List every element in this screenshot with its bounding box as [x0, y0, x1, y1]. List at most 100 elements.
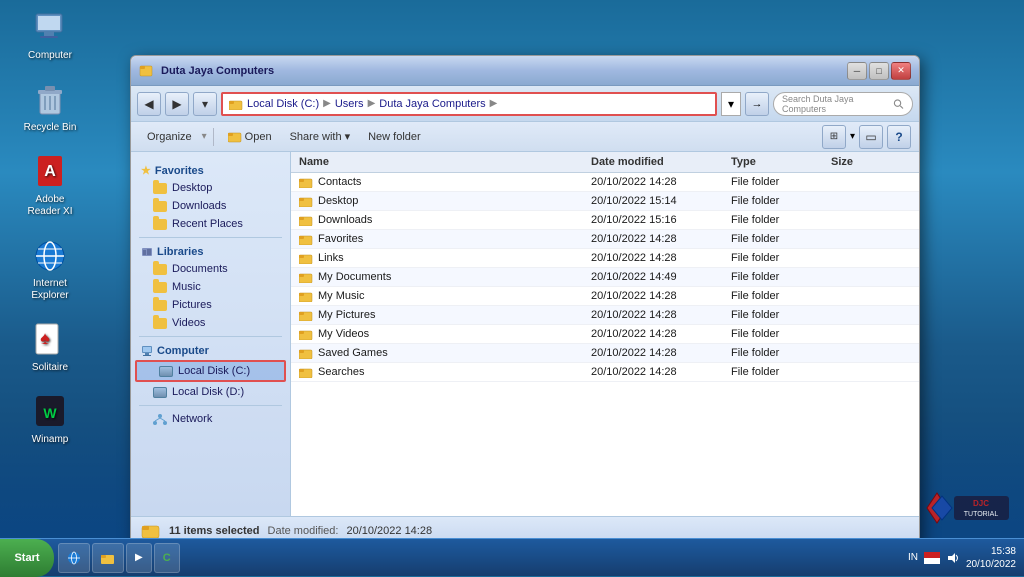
folder-taskbar-icon — [101, 552, 115, 564]
header-size[interactable]: Size — [831, 156, 911, 168]
folder-icon — [299, 195, 313, 207]
file-row[interactable]: Links 20/10/2022 14:28 File folder — [291, 249, 919, 268]
file-date: 20/10/2022 14:28 — [591, 309, 731, 321]
file-name: Desktop — [299, 195, 591, 207]
taskbar-ie-button[interactable] — [58, 543, 90, 573]
folder-icon — [299, 328, 313, 340]
file-row[interactable]: Desktop 20/10/2022 15:14 File folder — [291, 192, 919, 211]
sidebar: ★ Favorites Desktop Downloads Recent Pla… — [131, 152, 291, 516]
folder-icon — [299, 214, 313, 226]
svg-text:♠: ♠ — [40, 328, 50, 348]
path-segment-3[interactable]: Duta Jaya Computers — [379, 98, 485, 110]
folder-icon — [153, 183, 167, 194]
view-mode-button[interactable]: ⊞ — [822, 125, 846, 149]
folder-icon — [299, 366, 313, 378]
help-button[interactable]: ? — [887, 125, 911, 149]
file-date: 20/10/2022 14:28 — [591, 366, 731, 378]
file-row[interactable]: My Pictures 20/10/2022 14:28 File folder — [291, 306, 919, 325]
close-button[interactable]: ✕ — [891, 62, 911, 80]
organize-button[interactable]: Organize — [139, 126, 200, 148]
file-name: My Documents — [299, 271, 591, 283]
file-row[interactable]: Searches 20/10/2022 14:28 File folder — [291, 363, 919, 382]
search-box[interactable]: Search Duta Jaya Computers — [773, 92, 913, 116]
new-folder-button[interactable]: New folder — [360, 126, 429, 148]
search-placeholder: Search Duta Jaya Computers — [782, 94, 889, 114]
adobe-reader-icon[interactable]: A Adobe Reader XI — [20, 154, 80, 218]
drive-icon — [159, 366, 173, 377]
taskbar-ccleaner-button[interactable]: C — [154, 543, 180, 573]
file-row[interactable]: Saved Games 20/10/2022 14:28 File folder — [291, 344, 919, 363]
address-bar: ◀ ▶ ▾ Local Disk (C:) ▶ Users ▶ Duta Jay… — [131, 86, 919, 122]
search-icon — [893, 98, 904, 110]
sidebar-item-recent-places[interactable]: Recent Places — [131, 215, 290, 233]
file-name: Links — [299, 252, 591, 264]
file-row[interactable]: My Videos 20/10/2022 14:28 File folder — [291, 325, 919, 344]
path-segment-2[interactable]: Users — [335, 98, 364, 110]
file-row[interactable]: Favorites 20/10/2022 14:28 File folder — [291, 230, 919, 249]
file-name: My Videos — [299, 328, 591, 340]
address-go-button[interactable]: → — [745, 92, 769, 116]
file-list-header[interactable]: Name Date modified Type Size — [291, 152, 919, 173]
status-date-value: 20/10/2022 14:28 — [346, 525, 432, 537]
main-content: ★ Favorites Desktop Downloads Recent Pla… — [131, 152, 919, 516]
taskbar-items: ▶ C — [54, 543, 900, 573]
sidebar-item-network[interactable]: Network — [131, 410, 290, 428]
volume-icon[interactable] — [946, 551, 960, 565]
forward-button[interactable]: ▶ — [165, 92, 189, 116]
flag-icon — [924, 552, 940, 564]
sidebar-item-documents[interactable]: Documents — [131, 260, 290, 278]
share-with-button[interactable]: Share with ▾ — [282, 126, 359, 148]
folder-icon — [153, 318, 167, 329]
file-type: File folder — [731, 195, 831, 207]
svg-text:W: W — [43, 405, 57, 421]
folder-icon — [299, 309, 313, 321]
sidebar-item-pictures[interactable]: Pictures — [131, 296, 290, 314]
solitaire-icon[interactable]: ♠ Solitaire — [20, 322, 80, 374]
file-row[interactable]: My Documents 20/10/2022 14:49 File folde… — [291, 268, 919, 287]
sidebar-item-desktop[interactable]: Desktop — [131, 179, 290, 197]
taskbar-media-button[interactable]: ▶ — [126, 543, 152, 573]
file-date: 20/10/2022 15:14 — [591, 195, 731, 207]
address-path[interactable]: Local Disk (C:) ▶ Users ▶ Duta Jaya Comp… — [221, 92, 717, 116]
path-segment-1[interactable]: Local Disk (C:) — [247, 98, 319, 110]
computer-icon[interactable]: Computer — [20, 10, 80, 62]
internet-explorer-icon[interactable]: Internet Explorer — [20, 238, 80, 302]
title-bar: Duta Jaya Computers ─ □ ✕ — [131, 56, 919, 86]
ie-taskbar-icon — [67, 551, 81, 565]
sidebar-item-music[interactable]: Music — [131, 278, 290, 296]
file-date: 20/10/2022 14:28 — [591, 328, 731, 340]
maximize-button[interactable]: □ — [869, 62, 889, 80]
svg-text:A: A — [44, 163, 56, 180]
file-date: 20/10/2022 14:28 — [591, 347, 731, 359]
svg-text:DJC: DJC — [973, 499, 989, 508]
header-name[interactable]: Name — [299, 156, 591, 168]
recycle-bin-icon[interactable]: Recycle Bin — [20, 82, 80, 134]
library-icon — [141, 246, 153, 258]
recent-locations-button[interactable]: ▾ — [193, 92, 217, 116]
start-button[interactable]: Start — [0, 539, 54, 577]
preview-pane-button[interactable]: ▭ — [859, 125, 883, 149]
file-row[interactable]: Contacts 20/10/2022 14:28 File folder — [291, 173, 919, 192]
winamp-icon[interactable]: W Winamp — [20, 394, 80, 446]
sidebar-item-local-disk-c[interactable]: Local Disk (C:) — [135, 360, 286, 382]
file-row[interactable]: My Music 20/10/2022 14:28 File folder — [291, 287, 919, 306]
sidebar-item-videos[interactable]: Videos — [131, 314, 290, 332]
header-date[interactable]: Date modified — [591, 156, 731, 168]
sidebar-item-downloads[interactable]: Downloads — [131, 197, 290, 215]
desktop-icons: Computer Recycle Bin A Adobe Reader XI — [20, 10, 80, 446]
address-dropdown-button[interactable]: ▾ — [721, 92, 741, 116]
file-row[interactable]: Downloads 20/10/2022 15:16 File folder — [291, 211, 919, 230]
minimize-button[interactable]: ─ — [847, 62, 867, 80]
computer-sidebar-icon — [141, 345, 153, 357]
taskbar: Start ▶ C IN — [0, 538, 1024, 576]
folder-icon — [153, 219, 167, 230]
folder-icon — [299, 271, 313, 283]
svg-text:TUTORIAL: TUTORIAL — [964, 511, 999, 518]
header-type[interactable]: Type — [731, 156, 831, 168]
taskbar-folder-button[interactable] — [92, 543, 124, 573]
back-button[interactable]: ◀ — [137, 92, 161, 116]
network-icon — [153, 414, 167, 425]
open-button[interactable]: Open — [220, 126, 280, 148]
sidebar-item-local-disk-d[interactable]: Local Disk (D:) — [131, 383, 290, 401]
folder-icon — [153, 201, 167, 212]
